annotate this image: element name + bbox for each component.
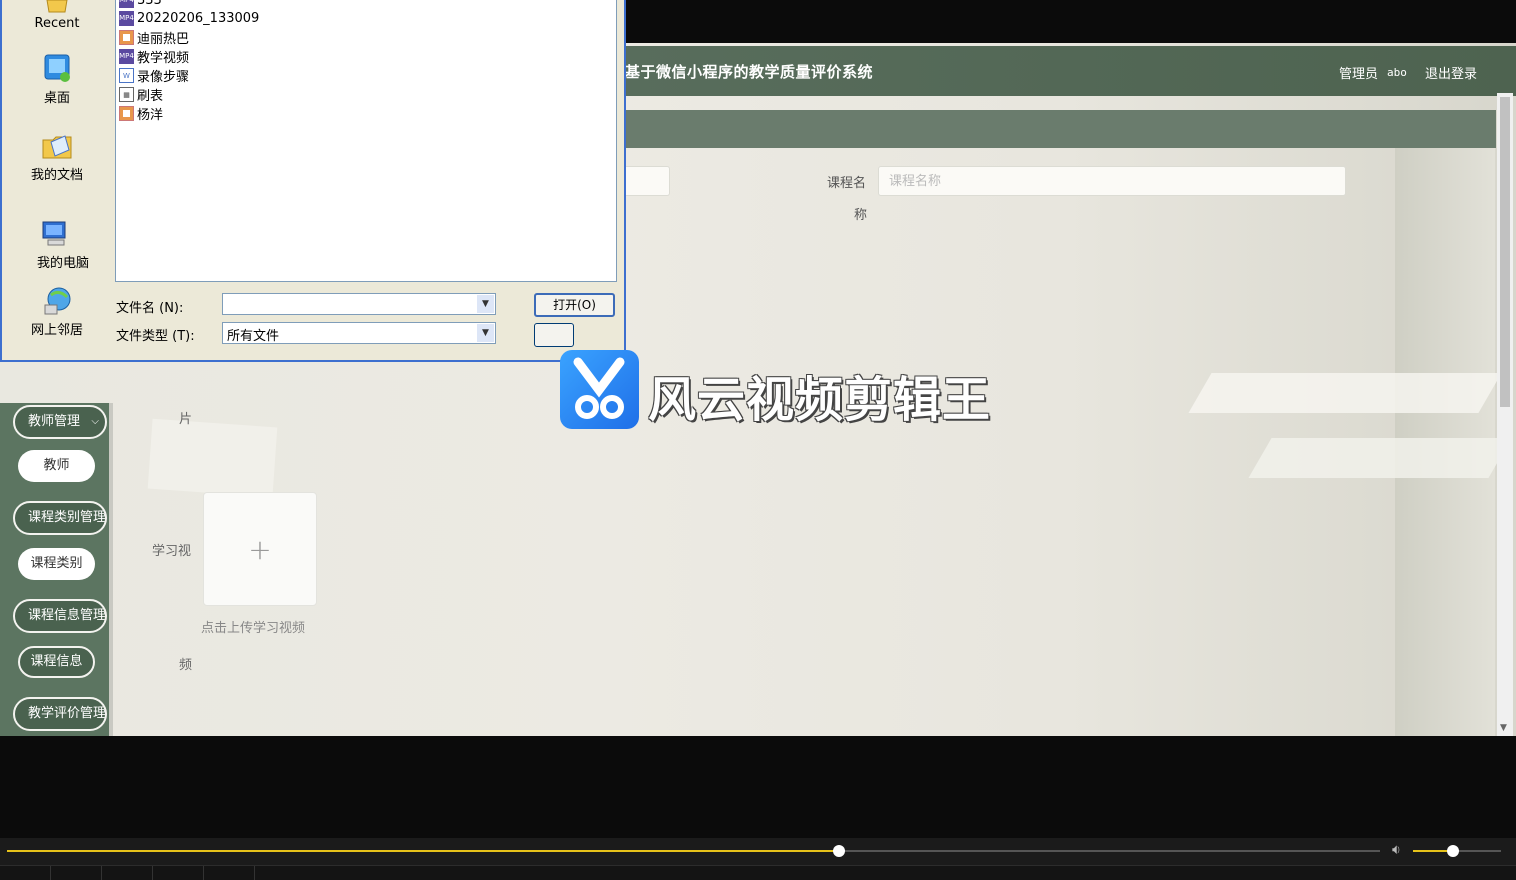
- seek-bar-fill: [7, 850, 840, 852]
- file-name: 迪丽热巴: [137, 32, 190, 47]
- computer-icon: [42, 221, 66, 246]
- toolbar-divider: [152, 866, 153, 880]
- filetype-value: 所有文件: [227, 329, 280, 344]
- place-label: 我的文档: [30, 168, 83, 183]
- seek-bar-thumb[interactable]: [833, 845, 846, 857]
- watermark-logo: [560, 350, 639, 429]
- document-file-icon: W: [119, 68, 134, 83]
- open-button[interactable]: 打开(O): [534, 293, 615, 317]
- scrollbar-thumb[interactable]: [1500, 97, 1510, 407]
- file-item[interactable]: MP4 教学视频: [119, 47, 189, 66]
- sidebar-group-evaluation[interactable]: 教学评价管理: [13, 697, 107, 731]
- course-name-label-cont: 称: [854, 208, 868, 223]
- network-icon: [44, 287, 71, 315]
- volume-icon[interactable]: 🔉︎: [1392, 842, 1401, 858]
- upload-hint: 点击上传学习视频: [201, 621, 306, 636]
- course-name-input[interactable]: [878, 166, 1346, 196]
- admin-username: abo: [1387, 66, 1407, 79]
- file-name: 教学视频: [137, 51, 190, 66]
- file-item[interactable]: 迪丽热巴: [119, 28, 189, 47]
- filename-label: 文件名 (N):: [116, 301, 184, 316]
- places-bar: Recent 桌面 我的文档 我的电脑 网上邻居: [2, 0, 111, 360]
- video-file-icon: MP4: [119, 49, 134, 64]
- file-item[interactable]: 杨洋: [119, 104, 163, 123]
- toolbar-divider: [254, 866, 255, 880]
- sidebar-item-teacher[interactable]: 教师: [18, 450, 95, 482]
- background-frame: [147, 418, 278, 498]
- background-shelf: [1248, 438, 1512, 478]
- sidebar-group-course-category[interactable]: 课程类别管理: [13, 501, 107, 535]
- picture-field-label: 片: [179, 412, 193, 427]
- place-desktop[interactable]: 桌面: [3, 53, 111, 106]
- toolbar-divider: [50, 866, 51, 880]
- sidebar-group-teacher[interactable]: 教师管理 ⌵: [13, 405, 107, 439]
- sidebar-item-course-info[interactable]: 课程信息: [18, 646, 95, 678]
- page-scrollbar[interactable]: ▼: [1497, 93, 1513, 736]
- dropdown-arrow-icon[interactable]: ▼: [477, 295, 494, 313]
- file-name: 20220206_133009: [137, 11, 260, 26]
- folder-icon: [46, 0, 68, 13]
- dropdown-arrow-icon[interactable]: ▼: [477, 324, 494, 342]
- video-file-icon: MP4: [119, 0, 134, 8]
- place-label: 网上邻居: [30, 323, 83, 338]
- image-file-icon: [119, 30, 134, 45]
- sidebar-item-label: 教师管理: [28, 414, 81, 429]
- course-name-label: 课程名: [827, 176, 867, 191]
- file-name: 杨洋: [137, 108, 164, 123]
- admin-role-label: 管理员: [1339, 67, 1379, 82]
- documents-folder-icon: [42, 135, 72, 159]
- breadcrumb-bar: [625, 110, 1496, 148]
- file-open-dialog: Recent 桌面 我的文档 我的电脑 网上邻居 MP4 333 MP4 202…: [0, 0, 626, 362]
- page-title: 基于微信小程序的教学质量评价系统: [625, 63, 874, 81]
- toolbar-divider: [101, 866, 102, 880]
- desktop-icon: [44, 54, 70, 82]
- volume-slider[interactable]: [1413, 845, 1501, 857]
- bottom-toolbar: [0, 865, 1516, 880]
- filename-combobox[interactable]: ▼: [222, 293, 496, 315]
- place-recent[interactable]: Recent: [3, 0, 111, 31]
- sidebar-divider: [109, 403, 113, 736]
- video-field-label-cont: 频: [179, 658, 193, 673]
- file-item[interactable]: W 录像步骤: [119, 66, 189, 85]
- video-field-label: 学习视: [152, 544, 192, 559]
- background-shelf: [1188, 373, 1502, 413]
- scroll-down-arrow-icon[interactable]: ▼: [1500, 723, 1507, 733]
- sidebar-item-course-category[interactable]: 课程类别: [18, 548, 95, 580]
- image-file-icon: [119, 106, 134, 121]
- chevron-down-icon: ⌵: [91, 416, 99, 427]
- place-my-documents[interactable]: 我的文档: [3, 130, 111, 183]
- scissors-icon: [573, 357, 625, 419]
- file-item[interactable]: MP4 20220206_133009: [119, 9, 259, 28]
- search-input-partial[interactable]: [625, 166, 670, 196]
- place-label: Recent: [34, 16, 80, 31]
- place-network[interactable]: 网上邻居: [3, 285, 111, 338]
- place-label: 我的电脑: [36, 256, 89, 271]
- cancel-button[interactable]: [534, 323, 574, 347]
- plus-icon: +: [248, 532, 272, 566]
- watermark-text: 风云视频剪辑王: [648, 372, 992, 428]
- app-header: 基于微信小程序的教学质量评价系统 管理员 abo 退出登录: [625, 46, 1516, 96]
- video-file-icon: MP4: [119, 11, 134, 26]
- filetype-label: 文件类型 (T):: [116, 329, 195, 344]
- file-name: 录像步骤: [137, 70, 190, 85]
- seek-bar[interactable]: [7, 845, 1380, 857]
- place-my-computer[interactable]: 我的电脑: [15, 218, 111, 271]
- sidebar-group-course-info[interactable]: 课程信息管理: [13, 599, 107, 633]
- file-item[interactable]: ▦ 刷表: [119, 85, 163, 104]
- file-name: 刷表: [137, 89, 164, 104]
- logout-link[interactable]: 退出登录: [1425, 63, 1477, 82]
- toolbar-divider: [203, 866, 204, 880]
- volume-slider-thumb[interactable]: [1446, 845, 1459, 857]
- filetype-select[interactable]: 所有文件 ▼: [222, 322, 496, 344]
- video-player-screen: 基于微信小程序的教学质量评价系统 管理员 abo 退出登录 课程名 称 ▼ 教师…: [0, 0, 1516, 880]
- spreadsheet-file-icon: ▦: [119, 87, 134, 102]
- place-label: 桌面: [43, 91, 70, 106]
- video-upload-button[interactable]: +: [203, 492, 317, 606]
- file-name: 333: [137, 0, 162, 8]
- file-list[interactable]: MP4 333 MP4 20220206_133009 迪丽热巴 MP4 教学视…: [115, 0, 617, 282]
